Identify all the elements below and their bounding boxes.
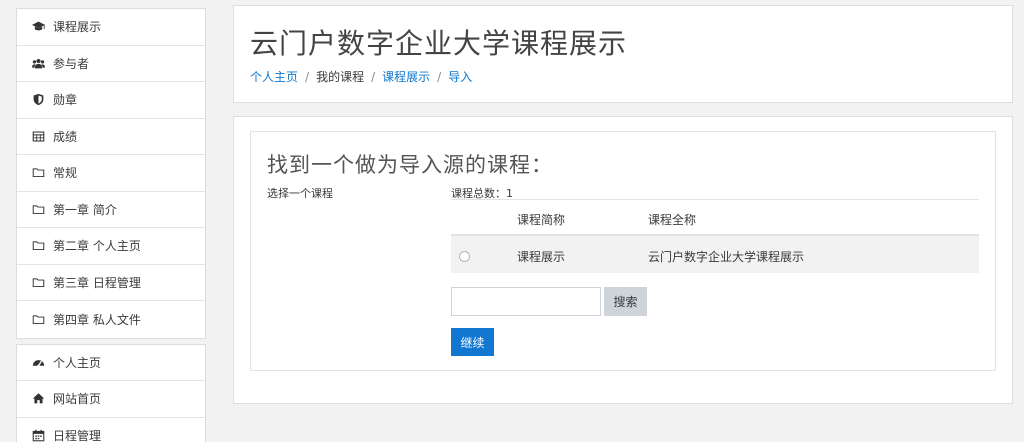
course-table-header: 课程简称 课程全称 <box>451 200 979 236</box>
sidebar-item-chapter-3[interactable]: 第三章 日程管理 <box>17 265 205 301</box>
sidebar-item-course-showcase[interactable]: 课程展示 <box>17 9 205 46</box>
sidebar: 课程展示 参与者 勋章 成绩 常规 第一章 简介 第二章 个人主页 第三章 日程… <box>16 8 206 442</box>
course-short-name: 课程展示 <box>517 250 566 264</box>
sidebar-item-calendar[interactable]: 日程管理 <box>17 418 205 442</box>
sidebar-item-label: 日程管理 <box>53 429 102 442</box>
sidebar-item-label: 成绩 <box>53 129 78 144</box>
breadcrumb-separator: / <box>305 69 310 84</box>
sidebar-item-label: 常规 <box>53 166 78 181</box>
folder-icon <box>31 275 45 289</box>
sidebar-item-label: 课程展示 <box>53 20 102 35</box>
folder-icon <box>31 239 45 253</box>
page-header: 云门户数字企业大学课程展示 个人主页 / 我的课程 / 课程展示 / 导入 <box>233 5 1013 103</box>
sidebar-item-chapter-1[interactable]: 第一章 简介 <box>17 192 205 228</box>
page-title: 云门户数字企业大学课程展示 <box>250 27 628 60</box>
sidebar-item-label: 参与者 <box>53 56 90 71</box>
sidebar-item-label: 勋章 <box>53 93 78 108</box>
dashboard-icon <box>31 355 45 369</box>
course-select-radio[interactable] <box>459 251 470 262</box>
users-icon <box>31 56 45 70</box>
sidebar-item-site-home[interactable]: 网站首页 <box>17 381 205 418</box>
table-row[interactable]: 课程展示 云门户数字企业大学课程展示 <box>451 236 979 273</box>
calendar-icon <box>31 429 45 442</box>
select-course-label: 选择一个课程 <box>267 187 333 200</box>
course-full-name: 云门户数字企业大学课程展示 <box>648 250 805 264</box>
sidebar-item-dashboard[interactable]: 个人主页 <box>17 345 205 381</box>
section-title: 找到一个做为导入源的课程： <box>267 153 553 177</box>
sidebar-item-participants[interactable]: 参与者 <box>17 46 205 82</box>
breadcrumb-my-courses: 我的课程 <box>316 70 365 84</box>
sidebar-item-chapter-4[interactable]: 第四章 私人文件 <box>17 301 205 338</box>
sidebar-item-badges[interactable]: 勋章 <box>17 82 205 119</box>
import-course-panel: 找到一个做为导入源的课程： 选择一个课程 课程总数：1 课程简称 课程全称 课程… <box>250 131 996 371</box>
search-input[interactable] <box>451 287 601 316</box>
breadcrumb-dashboard-link[interactable]: 个人主页 <box>250 68 298 85</box>
site-nav-block: 个人主页 网站首页 日程管理 <box>16 343 206 442</box>
breadcrumb-import-link[interactable]: 导入 <box>448 68 472 85</box>
breadcrumb-separator: / <box>371 69 376 84</box>
breadcrumb-course-link[interactable]: 课程展示 <box>382 68 430 85</box>
folder-icon <box>31 166 45 180</box>
graduation-cap-icon <box>31 20 45 34</box>
sidebar-item-label: 第四章 私人文件 <box>53 312 141 327</box>
table-icon <box>31 129 45 143</box>
sidebar-item-label: 网站首页 <box>53 392 102 407</box>
continue-button[interactable]: 继续 <box>451 328 494 356</box>
sidebar-item-label: 第三章 日程管理 <box>53 275 141 290</box>
column-header-full-name: 课程全称 <box>648 213 697 227</box>
breadcrumb-separator: / <box>437 69 442 84</box>
folder-icon <box>31 202 45 216</box>
sidebar-item-chapter-2[interactable]: 第二章 个人主页 <box>17 228 205 265</box>
sidebar-item-general[interactable]: 常规 <box>17 155 205 192</box>
breadcrumb: 个人主页 / 我的课程 / 课程展示 / 导入 <box>250 68 472 85</box>
sidebar-item-grades[interactable]: 成绩 <box>17 119 205 155</box>
sidebar-item-label: 第二章 个人主页 <box>53 239 141 254</box>
folder-icon <box>31 312 45 326</box>
search-button[interactable]: 搜索 <box>604 287 647 316</box>
shield-icon <box>31 93 45 107</box>
column-header-short-name: 课程简称 <box>517 213 566 227</box>
course-nav-block: 课程展示 参与者 勋章 成绩 常规 第一章 简介 第二章 个人主页 第三章 日程… <box>16 8 206 339</box>
home-icon <box>31 392 45 406</box>
sidebar-item-label: 第一章 简介 <box>53 202 117 217</box>
main-content: 找到一个做为导入源的课程： 选择一个课程 课程总数：1 课程简称 课程全称 课程… <box>233 116 1013 404</box>
sidebar-item-label: 个人主页 <box>53 355 102 370</box>
